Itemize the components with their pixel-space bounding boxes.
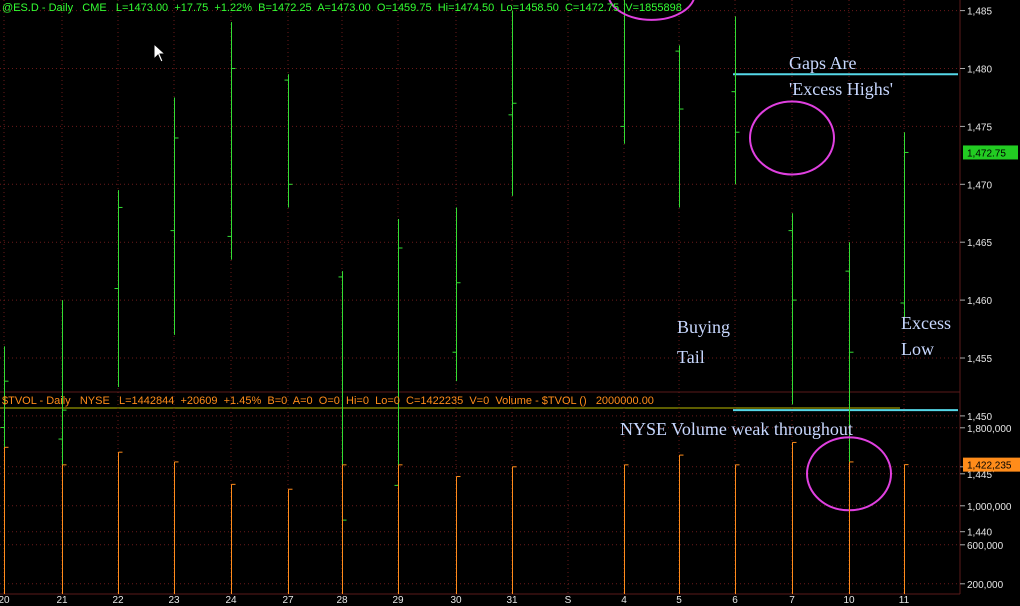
- vol-ask: A=0: [292, 395, 313, 407]
- price-tick-label: 1,465: [967, 238, 992, 249]
- price-bid: B=1472.25: [258, 2, 312, 14]
- x-tick-label: 31: [506, 595, 518, 606]
- x-tick-label: 4: [621, 595, 627, 606]
- x-tick-label: 5: [676, 595, 682, 606]
- vol-symbol: $TVOL - Daily: [2, 395, 71, 407]
- x-tick-label: 6: [732, 595, 738, 606]
- price-tick-label: 1,440: [967, 528, 992, 539]
- price-ask: A=1473.00: [317, 2, 371, 14]
- price-header: @ES.D - Daily CME L=1473.00 +17.75 +1.22…: [2, 2, 682, 14]
- price-pct: +1.22%: [214, 2, 253, 14]
- volume-annotation: NYSE Volume weak throughout: [620, 416, 853, 442]
- x-tick-label: 23: [168, 595, 180, 606]
- x-tick-label: 29: [392, 595, 404, 606]
- price-tick-label: 1,480: [967, 65, 992, 76]
- price-high: Hi=1474.50: [437, 2, 495, 14]
- x-tick-label: 27: [282, 595, 294, 606]
- vol-bid: B=0: [267, 395, 288, 407]
- price-low: Lo=1458.50: [500, 2, 559, 14]
- vol-pct: +1.45%: [223, 395, 262, 407]
- vol-low: Lo=0: [375, 395, 400, 407]
- x-tick-label: S: [565, 595, 572, 606]
- volume-tick-label: 600,000: [967, 541, 1004, 552]
- volume-note: NYSE Volume weak throughout: [620, 419, 853, 439]
- gaps-line-1: Gaps Are: [789, 53, 857, 73]
- price-change: +17.75: [174, 2, 209, 14]
- vol-v: V=0: [469, 395, 490, 407]
- x-tick-label: 20: [0, 595, 10, 606]
- x-tick-label: 7: [789, 595, 795, 606]
- last-volume-label: 1,422,235: [967, 461, 1012, 472]
- vol-high: Hi=0: [346, 395, 369, 407]
- vol-last: L=1442844: [118, 395, 175, 407]
- price-tick-label: 1,485: [967, 7, 992, 18]
- price-tick-label: 1,470: [967, 180, 992, 191]
- price-tick-label: 1,455: [967, 354, 992, 365]
- x-tick-label: 28: [336, 595, 348, 606]
- buying-line-2: Tail: [677, 347, 705, 367]
- volume-tick-label: 1,000,000: [967, 502, 1012, 513]
- vol-open: O=0: [318, 395, 340, 407]
- gaps-line-2: 'Excess Highs': [789, 79, 893, 99]
- vol-study-value: 2000000.00: [595, 395, 654, 407]
- excess-line-2: Low: [901, 339, 934, 359]
- price-tick-label: 1,460: [967, 296, 992, 307]
- volume-tick-label: 200,000: [967, 580, 1004, 591]
- mouse-pointer-icon: [153, 43, 167, 63]
- volume-header: $TVOL - Daily NYSE L=1442844 +20609 +1.4…: [2, 395, 654, 407]
- price-exchange: CME: [82, 2, 107, 14]
- buying-tail-annotation: Buying Tail: [677, 312, 730, 372]
- buying-line-1: Buying: [677, 317, 731, 337]
- price-tick-label: 1,450: [967, 412, 992, 423]
- price-tick-label: 1,475: [967, 122, 992, 133]
- excess-line-1: Excess: [901, 313, 951, 333]
- vol-exchange: NYSE: [79, 395, 110, 407]
- vol-study: Volume - $TVOL (): [495, 395, 587, 407]
- gaps-annotation: Gaps Are 'Excess Highs': [789, 50, 893, 102]
- vol-close: C=1422235: [406, 395, 464, 407]
- vol-change: +20609: [180, 395, 218, 407]
- x-tick-label: 24: [225, 595, 237, 606]
- price-last: L=1473.00: [115, 2, 169, 14]
- volume-tick-label: 1,800,000: [967, 424, 1012, 435]
- x-tick-label: 21: [56, 595, 68, 606]
- price-volume: V=1855898: [625, 2, 682, 14]
- price-close: C=1472.75: [564, 2, 620, 14]
- x-tick-label: 22: [112, 595, 124, 606]
- x-tick-label: 11: [899, 595, 910, 606]
- x-tick-label: 10: [843, 595, 855, 606]
- last-price-label: 1,472.75: [967, 148, 1006, 159]
- x-tick-label: 30: [450, 595, 462, 606]
- excess-low-annotation: Excess Low: [901, 310, 951, 362]
- price-symbol: @ES.D - Daily: [2, 2, 74, 14]
- price-open: O=1459.75: [376, 2, 432, 14]
